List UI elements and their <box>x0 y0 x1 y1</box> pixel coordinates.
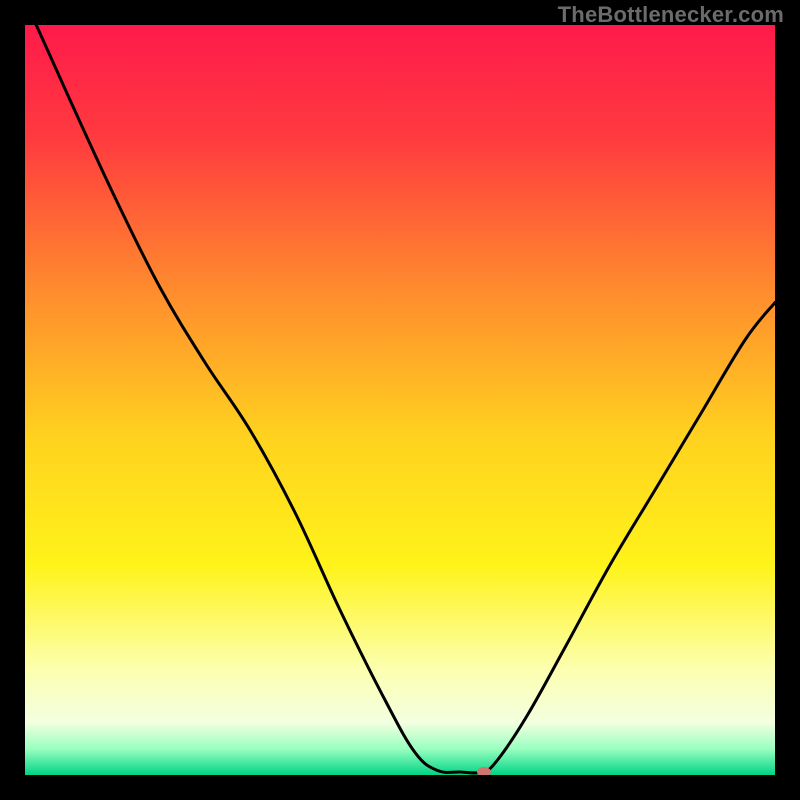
chart-background <box>25 25 775 775</box>
bottleneck-chart <box>25 25 775 775</box>
chart-svg <box>25 25 775 775</box>
chart-frame: TheBottlenecker.com <box>0 0 800 800</box>
